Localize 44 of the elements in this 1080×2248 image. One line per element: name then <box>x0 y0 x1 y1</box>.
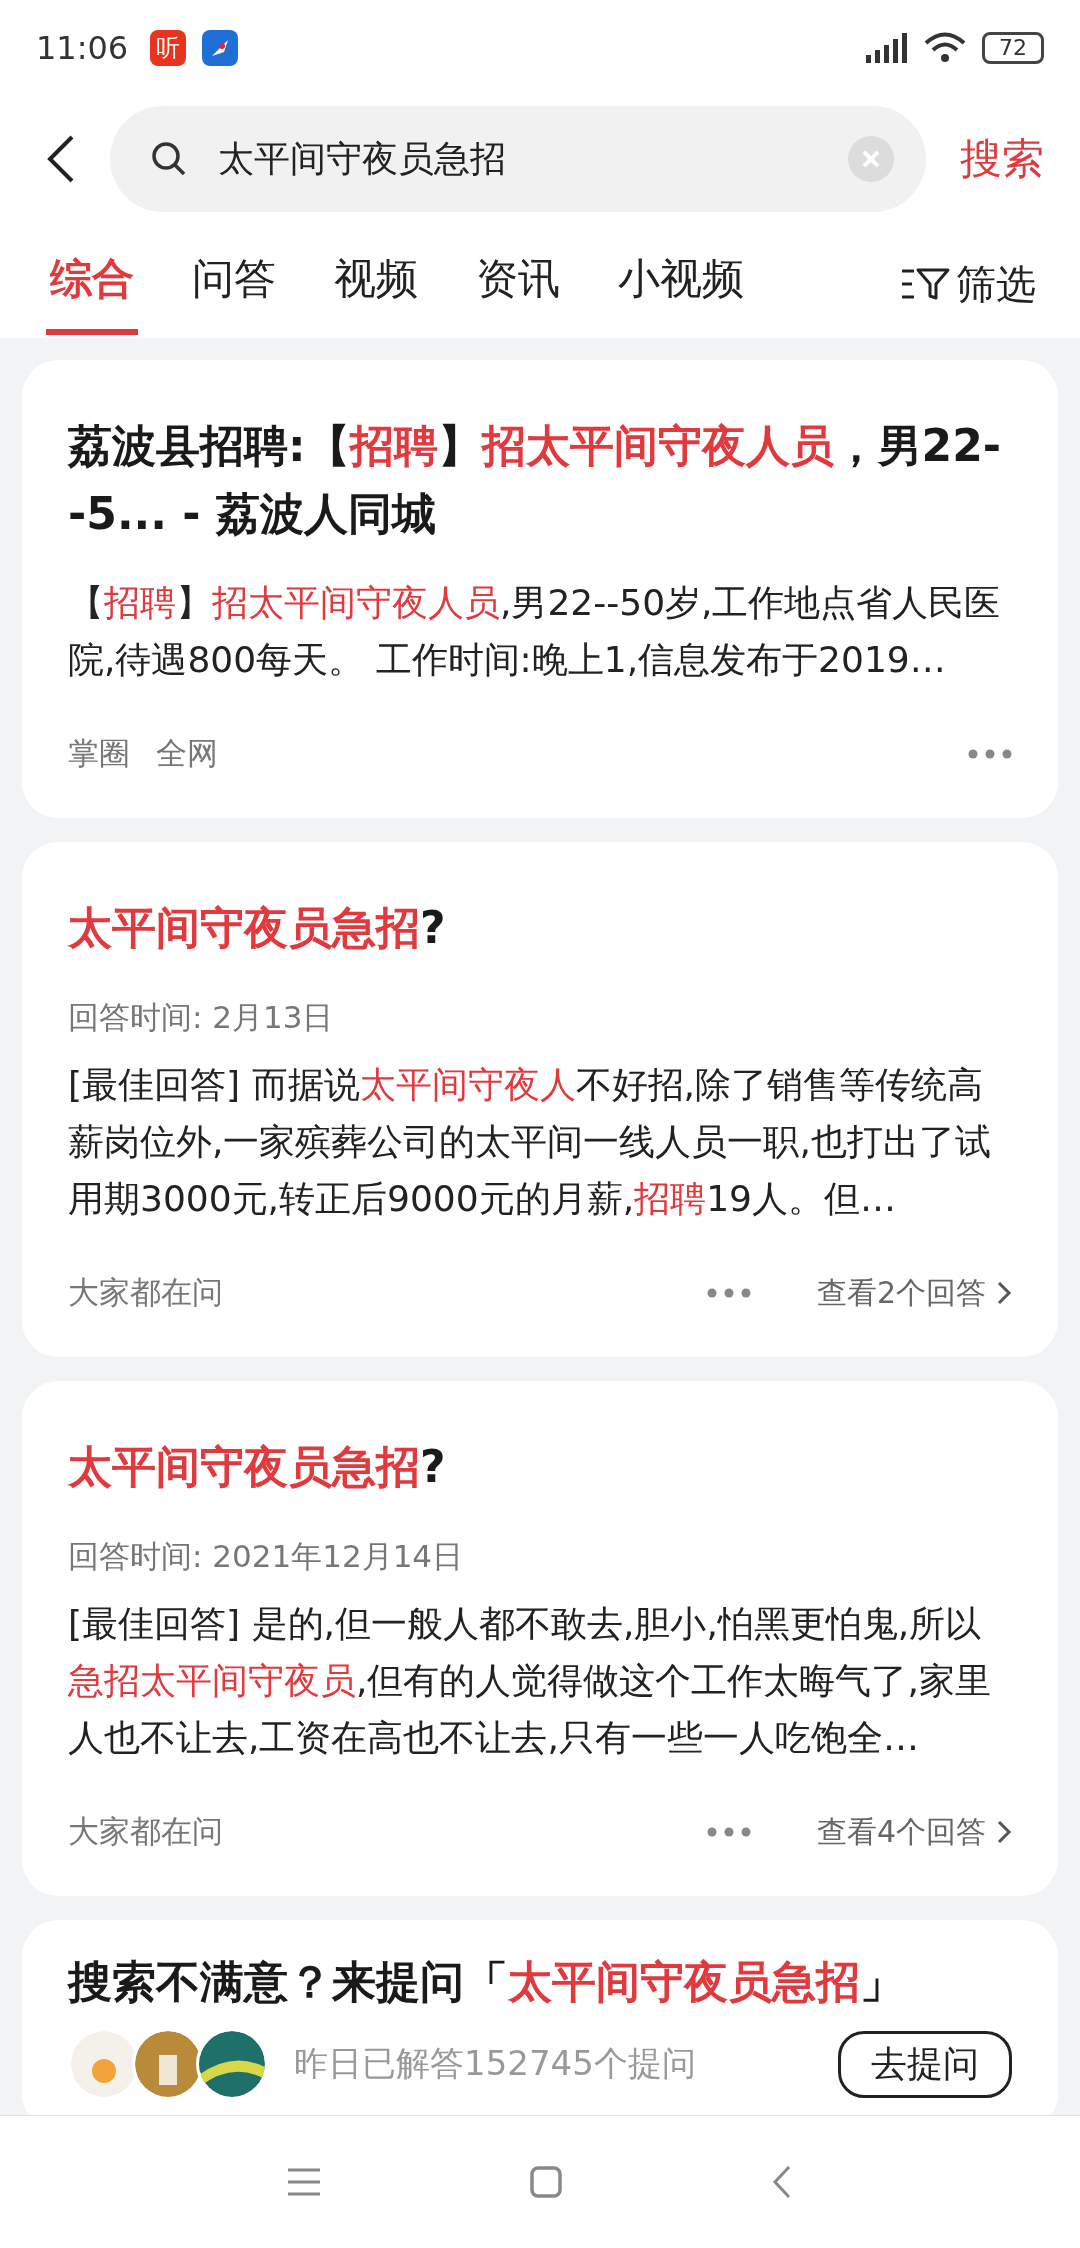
menu-icon[interactable] <box>288 2168 320 2196</box>
back-icon[interactable] <box>46 134 76 184</box>
more-icon[interactable] <box>968 749 1012 759</box>
answer-snippet: [最佳回答] 是的,但一般人都不敢去,胆小,怕黑更怕鬼,所以 急招太平间守夜员,但有的人觉得做这个工作太晦气了,家里人也不让去,工资在高也不让去,只有一些一人吃饱全… <box>68 1602 992 1760</box>
search-button[interactable]: 搜索 <box>960 131 1044 187</box>
view-answers-link[interactable]: 查看4个回答 <box>816 1811 1012 1853</box>
home-icon[interactable] <box>530 2166 562 2198</box>
filter-icon <box>902 266 950 302</box>
tab[interactable]: 综合 <box>46 233 138 335</box>
result-snippet: 【招聘】招太平间守夜人员,男22--50岁,工作地点省人民医院,待遇800每天。 工作时间:晚上1,信息发布于2019… <box>68 581 1002 682</box>
answered-count: 昨日已解答152745个提问 <box>294 2042 696 2085</box>
result-title[interactable]: 荔波县招聘:【招聘】招太平间守夜人员，男22--5... - 荔波人同城 <box>68 412 1012 548</box>
chevron-right-icon <box>996 1280 1012 1306</box>
result-card[interactable]: 荔波县招聘:【招聘】招太平间守夜人员，男22--5... - 荔波人同城 【招聘】招太平间守夜人员,男22--50岁,工作地点省人民医院,待遇800每天。 工作时间:晚上1,信息发布于2019… 掌圈 全网 <box>22 360 1058 818</box>
tab[interactable]: 问答 <box>188 233 280 335</box>
search-icon <box>150 140 188 178</box>
footer-label: 大家都在问 <box>68 1273 223 1312</box>
wifi-icon <box>924 32 966 64</box>
status-time: 11:06 <box>36 29 129 67</box>
tab[interactable]: 小视频 <box>614 233 748 335</box>
chevron-right-icon <box>996 1819 1012 1845</box>
source-label: 掌圈 <box>68 734 130 773</box>
view-answers-link[interactable]: 查看2个回答 <box>816 1272 1012 1314</box>
signal-icon <box>866 33 908 63</box>
battery-indicator: 72 <box>982 32 1044 64</box>
result-title[interactable]: 太平间守夜员急招? <box>68 894 1012 962</box>
ask-prompt: 搜索不满意？来提问「太平间守夜员急招」 <box>68 1955 905 2009</box>
ask-button[interactable]: 去提问 <box>838 2030 1012 2098</box>
answer-snippet: [最佳回答] 而据说太平间守夜人不好招,除了销售等传统高薪岗位外,一家殡葬公司的太平间一线人员一职,也打出了试用期3000元,转正后9000元的月薪,招聘19人。但… <box>68 1063 992 1221</box>
result-card[interactable]: 太平间守夜员急招? 回答时间: 2月13日 [最佳回答] 而据说太平间守夜人不好招,除了销售等传统高薪岗位外,一家殡葬公司的太平间一线人员一职,也打出了试用期3000元,转正后9000元的月薪,招聘19人。但… 大家都在问 查看2个回答 <box>22 842 1058 1357</box>
tab[interactable]: 资讯 <box>472 233 564 335</box>
answer-time: 回答时间: 2021年12月14日 <box>68 1537 465 1576</box>
more-icon[interactable] <box>706 1288 751 1298</box>
airline-app-icon <box>202 30 239 66</box>
filter-button[interactable]: 筛选 <box>902 256 1036 312</box>
source-label: 全网 <box>156 734 218 773</box>
more-icon[interactable] <box>706 1827 751 1837</box>
result-card[interactable]: 太平间守夜员急招? 回答时间: 2021年12月14日 [最佳回答] 是的,但一般人都不敢去,胆小,怕黑更怕鬼,所以 急招太平间守夜员,但有的人觉得做这个工作太晦气了,家里人也不让去,工资在高也不让去,只有一些一人吃饱全… 大家都在问 查看4个回答 <box>22 1381 1058 1896</box>
footer-label: 大家都在问 <box>68 1812 223 1851</box>
tab[interactable]: 视频 <box>330 233 422 335</box>
result-title[interactable]: 太平间守夜员急招? <box>68 1433 1012 1501</box>
listen-app-icon: 听 <box>150 30 187 66</box>
answer-time: 回答时间: 2月13日 <box>68 998 335 1037</box>
search-field[interactable]: 太平间守夜员急招 <box>110 106 926 212</box>
